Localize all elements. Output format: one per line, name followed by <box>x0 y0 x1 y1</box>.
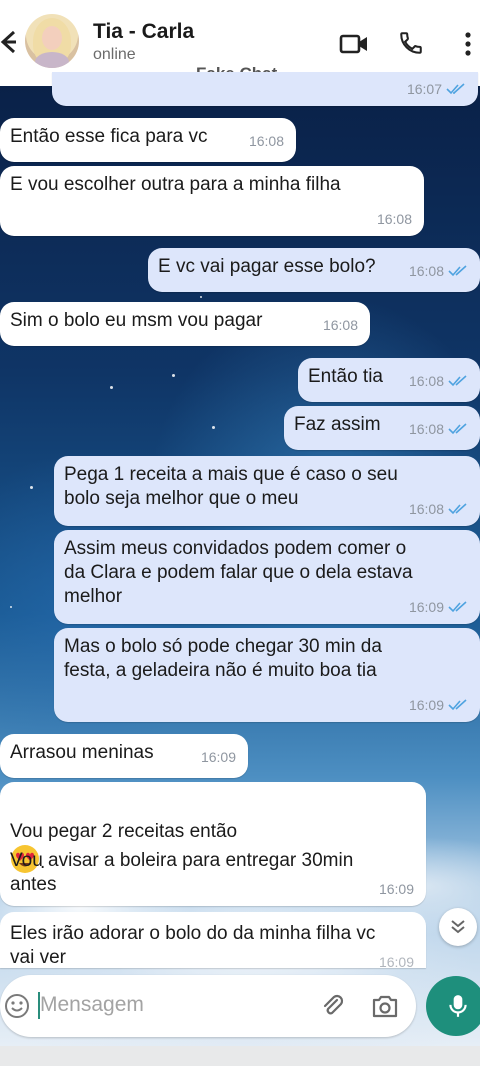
read-ticks-icon <box>448 423 467 435</box>
message-time: 16:09 <box>378 881 414 897</box>
contact-name[interactable]: Tia - Carla <box>93 20 194 44</box>
message-time: 16:08 <box>408 263 444 279</box>
message-time: 16:07 <box>406 81 442 97</box>
message-bubble[interactable]: E vc vai pagar esse bolo? 16:08 <box>148 248 480 292</box>
message-bubble[interactable]: Assim meus convidados podem comer o da C… <box>54 530 480 624</box>
more-options-icon[interactable] <box>463 31 473 57</box>
message-text: Vou avisar a boleira para entregar 30min… <box>10 850 354 895</box>
message-bubble[interactable]: Faz assim 16:08 <box>284 406 480 450</box>
camera-icon[interactable] <box>371 993 399 1019</box>
contact-status: online <box>93 46 136 63</box>
read-ticks-icon <box>448 375 467 387</box>
back-arrow-icon[interactable] <box>0 28 16 56</box>
read-ticks-icon <box>446 83 465 95</box>
message-time: 16:08 <box>408 501 444 517</box>
read-ticks-icon <box>448 699 467 711</box>
message-input[interactable]: Mensagem <box>40 993 144 1017</box>
read-ticks-icon <box>448 265 467 277</box>
read-ticks-icon <box>448 601 467 613</box>
contact-avatar[interactable] <box>25 14 79 68</box>
message-bubble[interactable]: Vou pegar 2 receitas então . Vou avisar … <box>0 782 426 906</box>
voice-call-icon[interactable] <box>398 30 424 56</box>
message-time: 16:08 <box>408 421 444 437</box>
message-bubble[interactable]: Então esse fica para vc 16:08 <box>0 118 296 162</box>
read-ticks-icon <box>448 503 467 515</box>
message-bubble[interactable]: Sim o bolo eu msm vou pagar 16:08 <box>0 302 370 346</box>
message-time: 16:09 <box>408 599 444 615</box>
emoji-icon[interactable] <box>4 993 30 1019</box>
message-time: 16:08 <box>408 373 444 389</box>
message-bubble[interactable]: Então tia 16:08 <box>298 358 480 402</box>
message-time: 16:09 <box>200 749 236 765</box>
mic-icon <box>449 995 467 1017</box>
attach-icon[interactable] <box>320 993 346 1019</box>
message-time: 16:08 <box>248 133 284 149</box>
message-time: 16:09 <box>408 697 444 713</box>
message-text: Mas o bolo só pode chegar 30 min da fest… <box>64 636 382 681</box>
message-bubble[interactable]: Pega 1 receita a mais que é caso o seu b… <box>54 456 480 526</box>
voice-record-button[interactable] <box>426 976 480 1036</box>
message-composer: Mensagem <box>0 975 416 1037</box>
message-bubble[interactable]: 16:07 <box>52 72 478 106</box>
video-call-icon[interactable] <box>339 33 369 55</box>
message-text: Sim o bolo eu msm vou pagar <box>10 310 263 331</box>
message-bubble[interactable]: Eles irão adorar o bolo do da minha filh… <box>0 912 426 968</box>
message-text: Eles irão adorar o bolo do da minha filh… <box>10 923 376 968</box>
message-text: Então esse fica para vc <box>10 126 208 147</box>
message-time: 16:08 <box>322 317 358 333</box>
message-time: 16:09 <box>378 954 414 968</box>
scroll-to-bottom-button[interactable] <box>439 908 477 946</box>
system-nav-bar <box>0 1046 480 1066</box>
message-time: 16:08 <box>376 211 412 227</box>
message-bubble[interactable]: E vou escolher outra para a minha filha … <box>0 166 424 236</box>
message-text: E vou escolher outra para a minha filha <box>10 174 341 195</box>
double-chevron-down-icon <box>451 920 465 934</box>
message-text: Vou pegar 2 receitas então <box>10 821 238 842</box>
message-bubble[interactable]: Mas o bolo só pode chegar 30 min da fest… <box>54 628 480 722</box>
message-bubble[interactable]: Arrasou meninas 16:09 <box>0 734 248 778</box>
